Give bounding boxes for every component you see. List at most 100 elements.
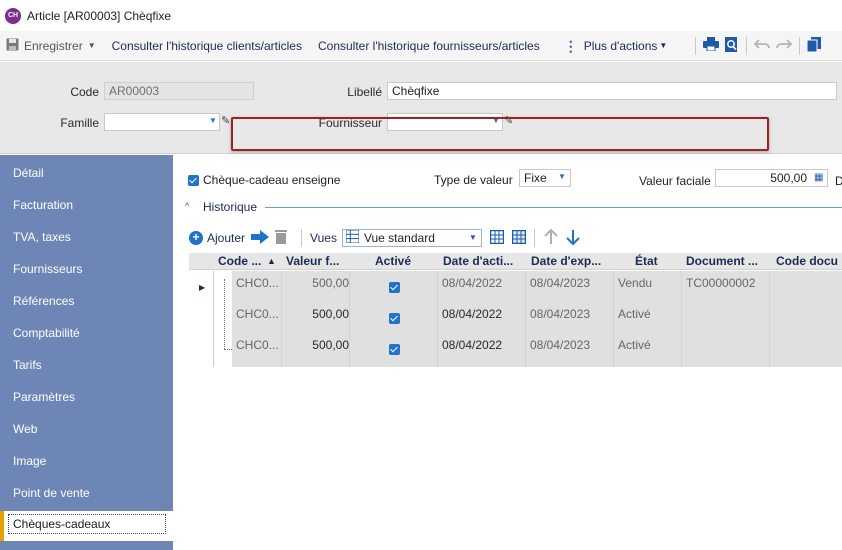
more-actions-button[interactable]: ⋮ Plus d'actions ▼ — [558, 31, 674, 61]
column-header-document[interactable]: Document ... — [686, 253, 772, 270]
column-header-date-expiration[interactable]: Date d'exp... — [531, 253, 615, 270]
title-bar: CH Article [AR00003] Chèqfixe — [0, 0, 842, 31]
history-grid: Code ... ▲ Valeur f... Activé Date d'act… — [189, 253, 842, 550]
historique-divider — [265, 207, 842, 208]
cell-code-document — [774, 333, 840, 364]
print-preview-icon — [725, 36, 739, 55]
history-clients-button[interactable]: Consulter l'historique clients/articles — [106, 31, 308, 61]
history-suppliers-button[interactable]: Consulter l'historique fournisseurs/arti… — [312, 31, 546, 61]
trash-icon[interactable] — [275, 229, 288, 247]
save-button[interactable]: Enregistrer ▼ — [0, 31, 102, 61]
cell-document: TC00000002 — [686, 276, 756, 290]
cell-active[interactable] — [350, 302, 438, 333]
sidebar-item-label: Chèques-cadeaux — [8, 514, 166, 534]
cell-etat: Activé — [618, 307, 651, 321]
arrow-right-icon[interactable] — [251, 229, 270, 247]
save-label: Enregistrer — [24, 38, 83, 53]
valeur-faciale-label: Valeur faciale — [639, 174, 711, 188]
sidebar-item-fournisseurs[interactable]: Fournisseurs — [0, 253, 173, 285]
toolbar-separator — [746, 36, 748, 55]
cell-date-expiration: 08/04/2023 — [530, 338, 591, 352]
type-valeur-dropdown-icon[interactable]: ▼ — [558, 172, 566, 181]
column-chooser-icon[interactable] — [489, 229, 505, 247]
copy-button[interactable] — [804, 31, 824, 61]
cell-date-activation: 08/04/2022 — [442, 276, 503, 290]
sidebar-item-image[interactable]: Image — [0, 445, 173, 477]
tree-connector — [224, 349, 232, 350]
cell-code: CHC0... — [236, 276, 279, 290]
window-title: Article [AR00003] Chèqfixe — [27, 8, 172, 23]
column-header-date-activation[interactable]: Date d'acti... — [443, 253, 527, 270]
sidebar-item-web[interactable]: Web — [0, 413, 173, 445]
cell-code-document — [774, 271, 840, 302]
sidebar-item-tva-taxes[interactable]: TVA, taxes — [0, 221, 173, 253]
redo-button[interactable] — [773, 31, 795, 61]
row-highlight-box — [231, 117, 769, 151]
sidebar-item-facturation[interactable]: Facturation — [0, 189, 173, 221]
grid-toolbar: + Ajouter Vues Vue standard ▼ — [189, 225, 842, 251]
famille-edit-pencil-icon[interactable]: ✎ — [221, 114, 230, 127]
grid-settings-icon[interactable] — [511, 229, 527, 247]
table-row[interactable]: CHC0... 500,00 08/04/2022 08/04/2023 Act… — [232, 302, 842, 333]
sidebar-item-parametres[interactable]: Paramètres — [0, 381, 173, 413]
sidebar-item-cheques-cadeaux[interactable]: Chèques-cadeaux — [0, 511, 173, 541]
plus-circle-icon: + — [189, 231, 203, 245]
code-label: Code — [70, 85, 99, 99]
cell-valeur: 500,00 — [312, 338, 349, 352]
active-checkbox[interactable] — [388, 344, 400, 356]
chevron-down-icon[interactable]: ▼ — [88, 41, 96, 50]
famille-combo[interactable] — [104, 113, 220, 131]
chevron-down-icon: ▼ — [469, 233, 477, 242]
sort-ascending-icon: ▲ — [267, 256, 276, 266]
libelle-field[interactable]: Chèqfixe — [387, 82, 837, 100]
main-panel: Chèque-cadeau enseigne Type de valeur Fi… — [173, 155, 842, 550]
printer-icon — [703, 37, 720, 54]
cell-active[interactable] — [350, 271, 438, 302]
historique-section-title: Historique — [203, 200, 258, 214]
more-actions-label: Plus d'actions — [583, 38, 658, 53]
floppy-disk-icon — [6, 38, 19, 54]
column-header-valeur[interactable]: Valeur f... — [286, 253, 352, 270]
collapse-chevron-up-icon[interactable]: ^ — [185, 201, 189, 211]
add-button[interactable]: + Ajouter — [189, 231, 245, 245]
cell-code: CHC0... — [236, 338, 279, 352]
cell-etat: Vendu — [618, 276, 653, 290]
undo-button[interactable] — [751, 31, 773, 61]
sidebar-item-tarifs[interactable]: Tarifs — [0, 349, 173, 381]
famille-dropdown-icon[interactable]: ▼ — [209, 116, 217, 125]
sidebar-item-references[interactable]: Références — [0, 285, 173, 317]
more-dots-icon: ⋮ — [563, 37, 578, 54]
column-header-code-document[interactable]: Code docu — [776, 253, 842, 270]
voucher-checkbox-label: Chèque-cadeau enseigne — [203, 173, 341, 187]
column-header-active[interactable]: Activé — [375, 253, 435, 270]
toolbar-separator — [799, 36, 801, 55]
move-up-arrow-icon[interactable] — [543, 228, 559, 248]
cell-active[interactable] — [350, 333, 438, 364]
grid-view-icon — [345, 229, 360, 246]
print-preview-button[interactable] — [722, 31, 742, 61]
row-selector-column: ▶ — [189, 271, 214, 367]
libelle-label: Libellé — [347, 85, 382, 99]
type-valeur-label: Type de valeur — [434, 173, 513, 187]
redo-icon — [776, 38, 793, 53]
tree-connector — [224, 279, 225, 349]
active-checkbox[interactable] — [388, 282, 400, 294]
print-button[interactable] — [700, 31, 722, 61]
grid-header-row: Code ... ▲ Valeur f... Activé Date d'act… — [189, 253, 842, 270]
copy-icon — [806, 36, 822, 55]
sidebar-item-detail[interactable]: Détail — [0, 157, 173, 189]
code-field[interactable]: AR00003 — [104, 82, 254, 100]
table-row[interactable]: CHC0... 500,00 08/04/2022 08/04/2023 Act… — [232, 333, 842, 364]
sidebar-item-comptabilite[interactable]: Comptabilité — [0, 317, 173, 349]
chevron-down-icon: ▼ — [659, 41, 668, 50]
sidebar-item-point-de-vente[interactable]: Point de vente — [0, 477, 173, 509]
cell-valeur: 500,00 — [312, 276, 349, 290]
table-row[interactable]: CHC0... 500,00 08/04/2022 08/04/2023 Ven… — [232, 271, 842, 302]
cell-code-document — [774, 302, 840, 333]
voucher-checkbox[interactable] — [188, 175, 199, 186]
move-down-arrow-icon[interactable] — [565, 229, 581, 248]
valeur-faciale-input[interactable]: 500,00 — [715, 169, 828, 187]
view-select[interactable]: Vue standard ▼ — [341, 229, 482, 247]
active-checkbox[interactable] — [388, 313, 400, 325]
calculator-icon[interactable]: ▦ — [814, 172, 823, 183]
